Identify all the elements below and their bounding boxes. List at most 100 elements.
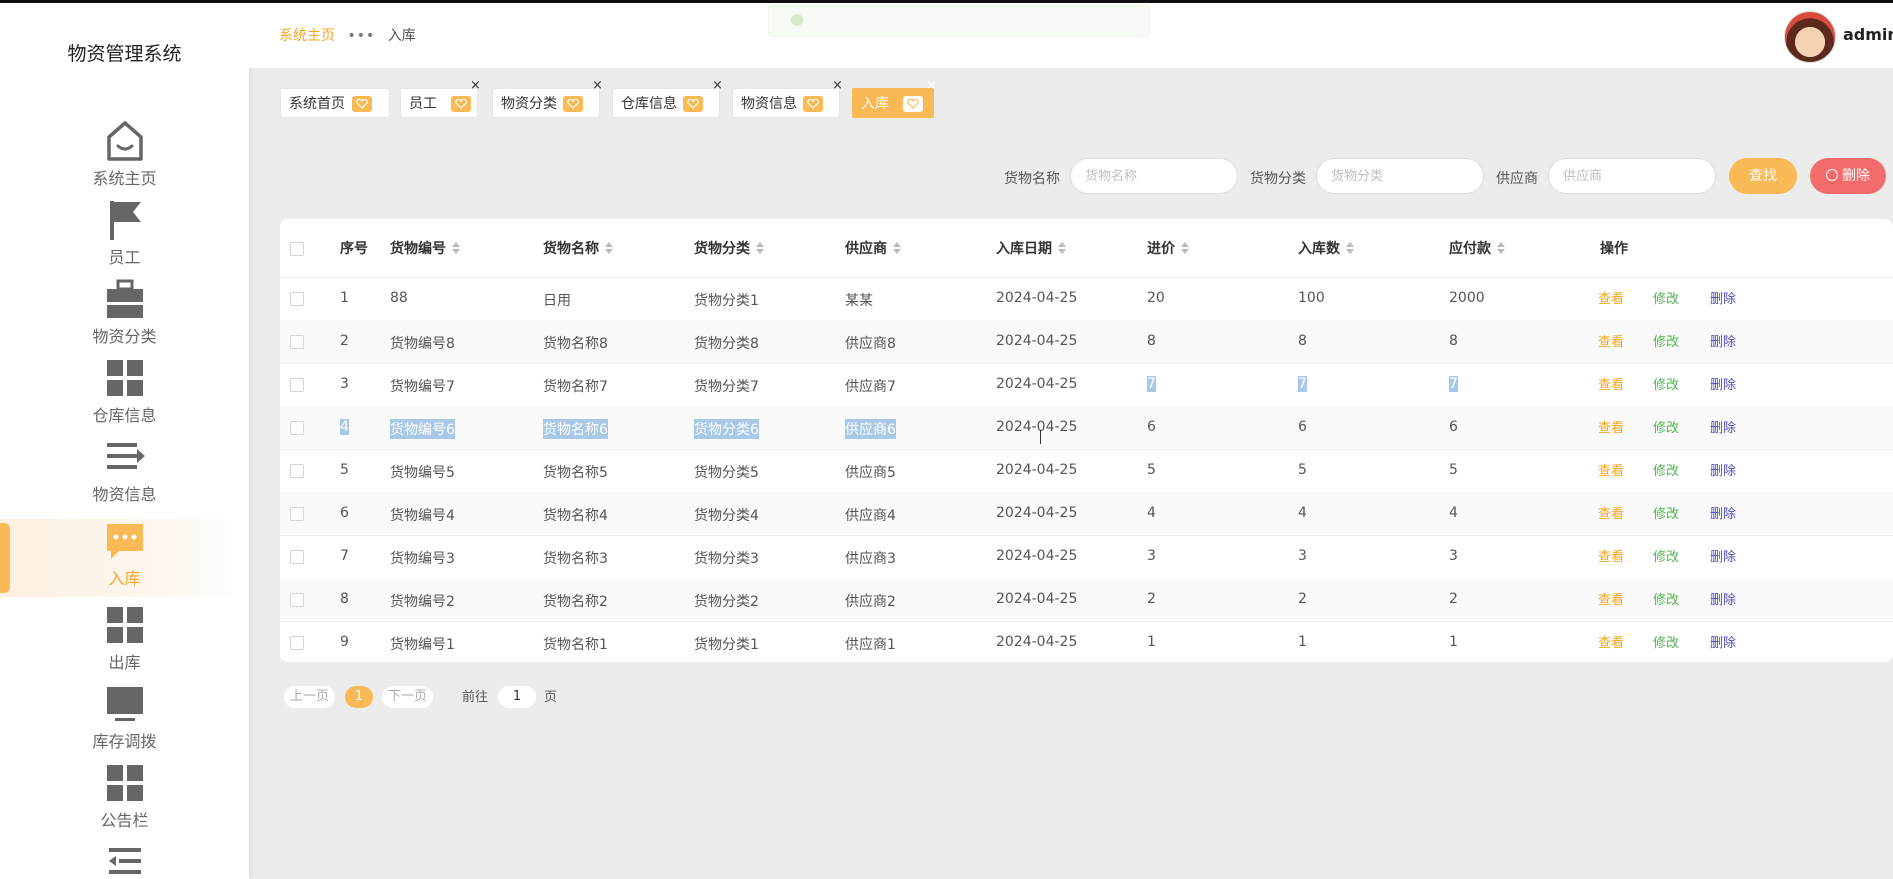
row-checkbox[interactable] xyxy=(290,593,304,607)
close-icon[interactable]: × xyxy=(712,79,723,93)
sidebar-item-more[interactable] xyxy=(0,840,249,879)
sidebar-item-outbound[interactable]: 出库 xyxy=(0,603,249,681)
breadcrumb-home[interactable]: 系统主页 xyxy=(279,28,335,44)
delete-button[interactable]: 删除 xyxy=(1710,331,1736,350)
view-button[interactable]: 查看 xyxy=(1598,546,1624,565)
edit-button[interactable]: 修改 xyxy=(1653,460,1679,479)
cell-index: 7 xyxy=(340,548,349,564)
header-price[interactable]: 进价 xyxy=(1147,238,1189,258)
header-category[interactable]: 货物分类 xyxy=(694,238,764,258)
edit-button[interactable]: 修改 xyxy=(1653,374,1679,393)
close-icon[interactable]: × xyxy=(832,79,843,93)
row-checkbox[interactable] xyxy=(290,464,304,478)
close-icon[interactable]: × xyxy=(926,79,937,93)
row-checkbox[interactable] xyxy=(290,378,304,392)
edit-button[interactable]: 修改 xyxy=(1653,503,1679,522)
page-number-1[interactable]: 1 xyxy=(345,686,373,708)
cell-date: 2024-04-25 xyxy=(996,376,1078,392)
header-date[interactable]: 入库日期 xyxy=(996,238,1066,258)
view-button[interactable]: 查看 xyxy=(1598,374,1624,393)
sidebar-item-category[interactable]: 物资分类 xyxy=(0,277,249,355)
sidebar-item-label: 员工 xyxy=(108,248,141,267)
tab-staff[interactable]: 员工 × xyxy=(400,79,481,118)
sidebar-item-home[interactable]: 系统主页 xyxy=(0,119,249,197)
row-checkbox[interactable] xyxy=(290,335,304,349)
sort-icon[interactable] xyxy=(893,242,901,254)
view-button[interactable]: 查看 xyxy=(1598,503,1624,522)
sort-icon[interactable] xyxy=(756,242,764,254)
sidebar-item-label: 物资信息 xyxy=(92,485,157,504)
header-code[interactable]: 货物编号 xyxy=(390,238,460,258)
delete-button[interactable]: 删除 xyxy=(1710,417,1736,436)
grid-icon xyxy=(106,765,143,801)
grid-icon xyxy=(106,607,143,643)
view-button[interactable]: 查看 xyxy=(1598,589,1624,608)
view-button[interactable]: 查看 xyxy=(1598,460,1624,479)
select-all-checkbox[interactable] xyxy=(290,242,304,256)
edit-button[interactable]: 修改 xyxy=(1653,331,1679,350)
tab-category[interactable]: 物资分类 × xyxy=(492,79,603,118)
view-button[interactable]: 查看 xyxy=(1598,632,1624,651)
sort-icon[interactable] xyxy=(452,242,460,254)
next-page-button[interactable]: 下一页 xyxy=(382,686,434,708)
avatar[interactable] xyxy=(1784,11,1836,63)
view-button[interactable]: 查看 xyxy=(1598,331,1624,350)
cell-category: 货物分类2 xyxy=(694,594,759,610)
view-button[interactable]: 查看 xyxy=(1598,417,1624,436)
cell-quantity: 4 xyxy=(1298,505,1307,521)
username[interactable]: admin xyxy=(1843,25,1893,44)
sort-icon[interactable] xyxy=(1497,242,1505,254)
delete-button[interactable]: 删除 xyxy=(1710,546,1736,565)
supplier-search-input[interactable] xyxy=(1548,158,1716,194)
header-name[interactable]: 货物名称 xyxy=(543,238,613,258)
sidebar-item-notice[interactable]: 公告栏 xyxy=(0,761,249,839)
sidebar-item-materials[interactable]: 物资信息 xyxy=(0,435,249,513)
sidebar-item-staff[interactable]: 员工 xyxy=(0,198,249,276)
delete-button[interactable]: 删除 xyxy=(1710,288,1736,307)
delete-button[interactable]: 删除 xyxy=(1710,460,1736,479)
edit-button[interactable]: 修改 xyxy=(1653,632,1679,651)
row-checkbox[interactable] xyxy=(290,507,304,521)
row-checkbox[interactable] xyxy=(290,636,304,650)
cell-quantity: 2 xyxy=(1298,591,1307,607)
sidebar-item-inbound[interactable]: 入库 xyxy=(0,519,249,597)
header-payable[interactable]: 应付款 xyxy=(1449,238,1505,258)
header: 系统主页 ••• 入库 admin xyxy=(249,3,1893,68)
batch-delete-button[interactable]: 删除 xyxy=(1810,158,1886,194)
view-button[interactable]: 查看 xyxy=(1598,288,1624,307)
header-quantity[interactable]: 入库数 xyxy=(1298,238,1354,258)
tab-materials[interactable]: 物资信息 × xyxy=(732,79,843,118)
goto-page-input[interactable]: 1 xyxy=(498,686,536,708)
delete-button[interactable]: 删除 xyxy=(1710,374,1736,393)
edit-button[interactable]: 修改 xyxy=(1653,589,1679,608)
cell-code: 货物编号1 xyxy=(390,637,455,653)
close-icon[interactable]: × xyxy=(470,79,481,93)
row-checkbox[interactable] xyxy=(290,550,304,564)
name-search-input[interactable] xyxy=(1070,158,1238,194)
prev-page-button[interactable]: 上一页 xyxy=(284,686,336,708)
edit-button[interactable]: 修改 xyxy=(1653,288,1679,307)
sort-icon[interactable] xyxy=(1058,242,1066,254)
monitor-icon xyxy=(106,687,143,721)
delete-button[interactable]: 删除 xyxy=(1710,589,1736,608)
sort-icon[interactable] xyxy=(605,242,613,254)
row-checkbox[interactable] xyxy=(290,292,304,306)
edit-button[interactable]: 修改 xyxy=(1653,417,1679,436)
header-supplier[interactable]: 供应商 xyxy=(845,238,901,258)
category-search-input[interactable] xyxy=(1316,158,1484,194)
tab-warehouse[interactable]: 仓库信息 × xyxy=(612,79,723,118)
delete-button[interactable]: 删除 xyxy=(1710,503,1736,522)
edit-button[interactable]: 修改 xyxy=(1653,546,1679,565)
sidebar-item-warehouse[interactable]: 仓库信息 xyxy=(0,356,249,434)
sidebar-item-transfer[interactable]: 库存调拨 xyxy=(0,682,249,760)
close-icon[interactable]: × xyxy=(592,79,603,93)
delete-button[interactable]: 删除 xyxy=(1710,632,1736,651)
sort-icon[interactable] xyxy=(1346,242,1354,254)
sort-icon[interactable] xyxy=(1181,242,1189,254)
cell-date: 2024-04-25 xyxy=(996,505,1078,521)
find-button[interactable]: 查找 xyxy=(1729,158,1797,194)
tab-home[interactable]: 系统首页 xyxy=(280,88,390,118)
tab-inbound[interactable]: 入库 × xyxy=(852,79,937,118)
cell-category: 货物分类6 xyxy=(694,419,759,439)
row-checkbox[interactable] xyxy=(290,421,304,435)
